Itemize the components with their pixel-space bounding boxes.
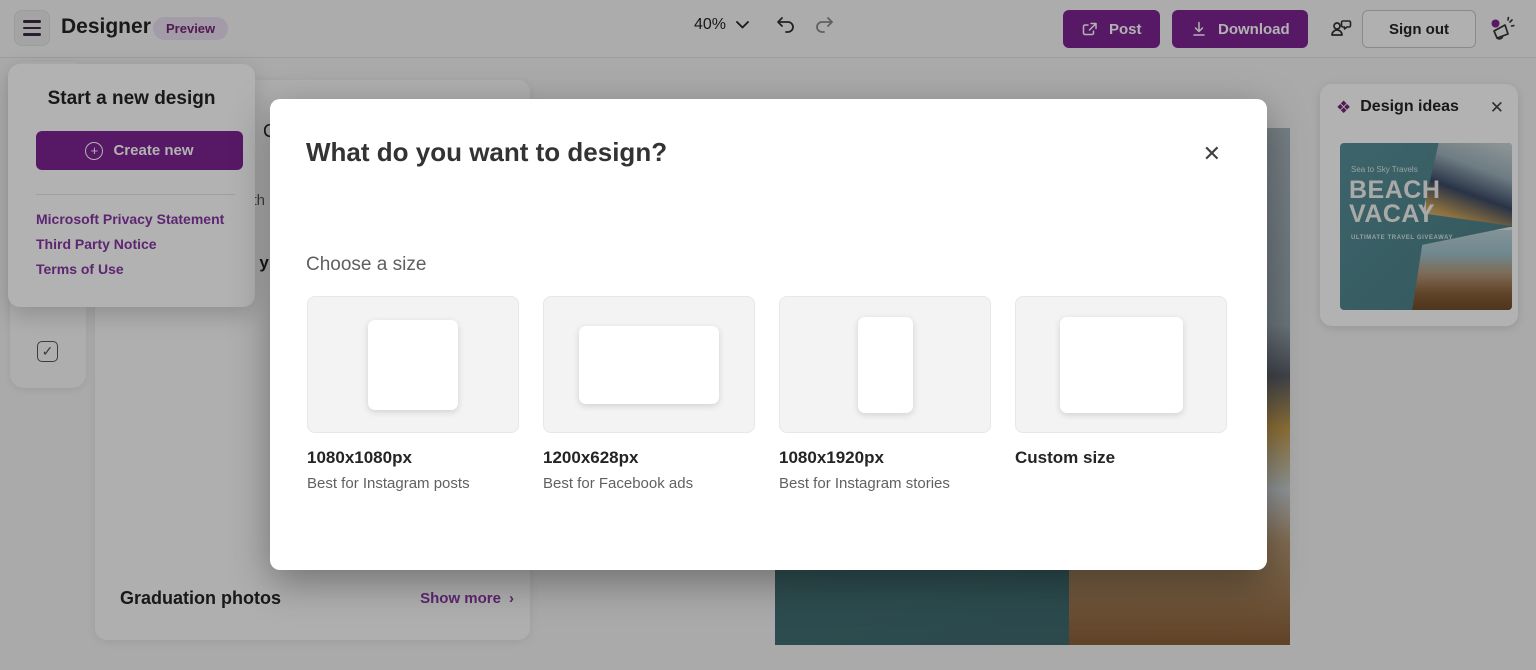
new-design-modal: What do you want to design? ✕ Choose a s… [270,99,1267,570]
size-options-row: 1080x1080px Best for Instagram posts 120… [307,296,1227,492]
close-icon[interactable]: ✕ [1203,143,1221,165]
size-option-1080x1920[interactable]: 1080x1920px Best for Instagram stories [779,296,991,492]
size-option-1200x628[interactable]: 1200x628px Best for Facebook ads [543,296,755,492]
size-preview [1015,296,1227,433]
custom-aspect-icon [1060,317,1183,413]
size-description: Best for Facebook ads [543,475,755,492]
designer-app: Designer Preview 40% Post [0,0,1536,670]
size-label: 1080x1080px [307,448,519,468]
size-option-custom[interactable]: Custom size [1015,296,1227,492]
size-description: Best for Instagram stories [779,475,991,492]
size-preview [307,296,519,433]
size-preview [779,296,991,433]
landscape-aspect-icon [579,326,719,404]
size-option-1080x1080[interactable]: 1080x1080px Best for Instagram posts [307,296,519,492]
modal-title: What do you want to design? [306,137,667,168]
size-label: 1200x628px [543,448,755,468]
size-label: 1080x1920px [779,448,991,468]
square-aspect-icon [368,320,458,410]
size-preview [543,296,755,433]
size-description: Best for Instagram posts [307,475,519,492]
portrait-aspect-icon [858,317,913,413]
size-label: Custom size [1015,448,1227,468]
choose-size-heading: Choose a size [306,254,426,276]
